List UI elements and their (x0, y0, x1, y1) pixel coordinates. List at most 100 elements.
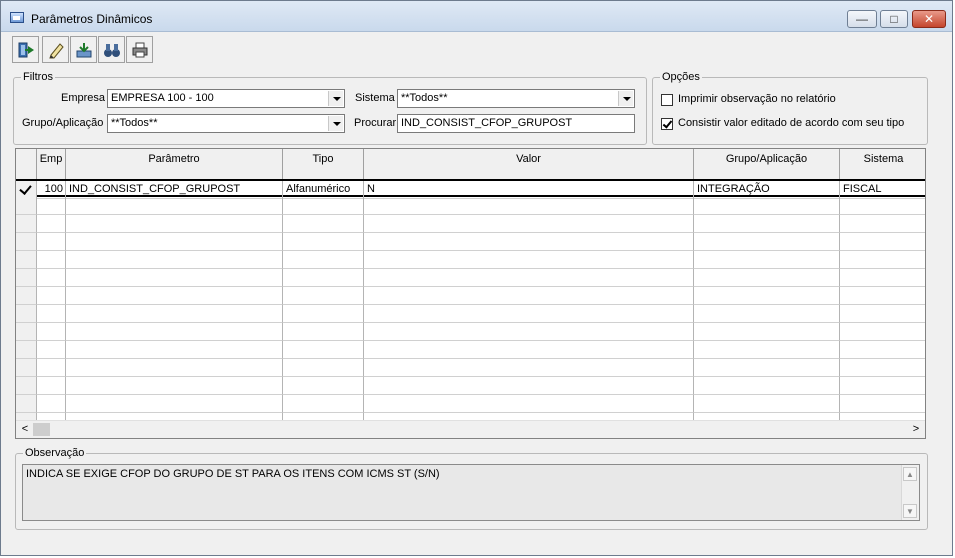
empty-cell[interactable] (37, 305, 66, 323)
print-observation-checkbox[interactable] (661, 94, 673, 106)
empty-table-row[interactable] (16, 251, 925, 269)
scroll-left-icon[interactable]: < (18, 422, 32, 436)
empty-cell[interactable] (694, 287, 840, 305)
empty-cell[interactable] (283, 269, 364, 287)
empty-cell[interactable] (694, 395, 840, 413)
empty-cell[interactable] (694, 233, 840, 251)
empty-table-row[interactable] (16, 359, 925, 377)
empty-cell[interactable] (283, 359, 364, 377)
empty-cell[interactable] (364, 323, 694, 341)
header-emp[interactable]: Emp (37, 149, 66, 179)
empty-table-row[interactable] (16, 395, 925, 413)
empty-cell[interactable] (66, 377, 283, 395)
empty-cell[interactable] (364, 341, 694, 359)
empty-cell[interactable] (37, 269, 66, 287)
maximize-button[interactable]: □ (880, 10, 908, 28)
empty-table-row[interactable] (16, 377, 925, 395)
empty-cell[interactable] (283, 323, 364, 341)
empty-cell[interactable] (16, 323, 37, 341)
empty-cell[interactable] (840, 341, 925, 359)
empty-cell[interactable] (16, 377, 37, 395)
empty-cell[interactable] (364, 359, 694, 377)
empty-cell[interactable] (66, 395, 283, 413)
empty-cell[interactable] (694, 215, 840, 233)
empty-cell[interactable] (16, 215, 37, 233)
header-valor[interactable]: Valor (364, 149, 694, 179)
empty-table-row[interactable] (16, 305, 925, 323)
empty-cell[interactable] (37, 197, 66, 215)
empty-table-row[interactable] (16, 197, 925, 215)
empty-cell[interactable] (840, 197, 925, 215)
empty-cell[interactable] (16, 251, 37, 269)
observation-memo[interactable]: INDICA SE EXIGE CFOP DO GRUPO DE ST PARA… (22, 464, 920, 521)
empty-cell[interactable] (16, 395, 37, 413)
empty-cell[interactable] (37, 359, 66, 377)
empty-cell[interactable] (694, 341, 840, 359)
search-button[interactable] (98, 36, 125, 63)
empty-table-row[interactable] (16, 287, 925, 305)
memo-vertical-scrollbar[interactable]: ▲ ▼ (901, 465, 919, 520)
empty-cell[interactable] (840, 215, 925, 233)
empty-cell[interactable] (694, 269, 840, 287)
empty-table-row[interactable] (16, 215, 925, 233)
empty-table-row[interactable] (16, 341, 925, 359)
empty-cell[interactable] (283, 197, 364, 215)
empty-cell[interactable] (840, 233, 925, 251)
scroll-thumb[interactable] (33, 423, 50, 436)
empty-cell[interactable] (840, 251, 925, 269)
exit-button[interactable] (12, 36, 39, 63)
empty-cell[interactable] (66, 233, 283, 251)
header-grupo[interactable]: Grupo/Aplicação (694, 149, 840, 179)
empty-cell[interactable] (37, 341, 66, 359)
edit-button[interactable] (42, 36, 69, 63)
chevron-down-icon[interactable] (328, 91, 343, 106)
empty-cell[interactable] (364, 197, 694, 215)
empty-cell[interactable] (283, 215, 364, 233)
empty-cell[interactable] (840, 359, 925, 377)
chevron-down-icon[interactable] (328, 116, 343, 131)
validate-type-checkbox[interactable] (661, 118, 673, 130)
empty-cell[interactable] (840, 323, 925, 341)
empty-cell[interactable] (66, 305, 283, 323)
empty-cell[interactable] (16, 269, 37, 287)
empty-cell[interactable] (283, 233, 364, 251)
empty-cell[interactable] (283, 341, 364, 359)
scroll-down-icon[interactable]: ▼ (903, 504, 917, 518)
scroll-right-icon[interactable]: > (909, 422, 923, 436)
empty-cell[interactable] (66, 215, 283, 233)
chevron-down-icon[interactable] (618, 91, 633, 106)
empty-cell[interactable] (694, 323, 840, 341)
empty-cell[interactable] (364, 215, 694, 233)
horizontal-scrollbar[interactable]: < > (16, 420, 925, 438)
empty-cell[interactable] (37, 287, 66, 305)
close-button[interactable]: ✕ (912, 10, 946, 28)
header-parametro[interactable]: Parâmetro (66, 149, 283, 179)
empty-cell[interactable] (364, 287, 694, 305)
empty-cell[interactable] (66, 287, 283, 305)
header-tipo[interactable]: Tipo (283, 149, 364, 179)
grupo-select[interactable]: **Todos** (107, 114, 345, 133)
empty-cell[interactable] (37, 215, 66, 233)
print-button[interactable] (126, 36, 153, 63)
empty-cell[interactable] (37, 323, 66, 341)
table-row[interactable]: 100 IND_CONSIST_CFOP_GRUPOST Alfanuméric… (16, 179, 925, 199)
empty-cell[interactable] (283, 377, 364, 395)
empty-cell[interactable] (283, 395, 364, 413)
empty-cell[interactable] (840, 377, 925, 395)
scroll-up-icon[interactable]: ▲ (903, 467, 917, 481)
procurar-input[interactable]: IND_CONSIST_CFOP_GRUPOST (397, 114, 635, 133)
empty-table-row[interactable] (16, 233, 925, 251)
empty-cell[interactable] (66, 251, 283, 269)
empty-cell[interactable] (840, 287, 925, 305)
empresa-select[interactable]: EMPRESA 100 - 100 (107, 89, 345, 108)
empty-cell[interactable] (16, 287, 37, 305)
empty-cell[interactable] (66, 323, 283, 341)
empty-cell[interactable] (66, 269, 283, 287)
empty-cell[interactable] (37, 233, 66, 251)
empty-cell[interactable] (694, 359, 840, 377)
empty-cell[interactable] (66, 197, 283, 215)
empty-cell[interactable] (37, 395, 66, 413)
minimize-button[interactable]: — (847, 10, 877, 28)
empty-table-row[interactable] (16, 323, 925, 341)
empty-cell[interactable] (694, 251, 840, 269)
